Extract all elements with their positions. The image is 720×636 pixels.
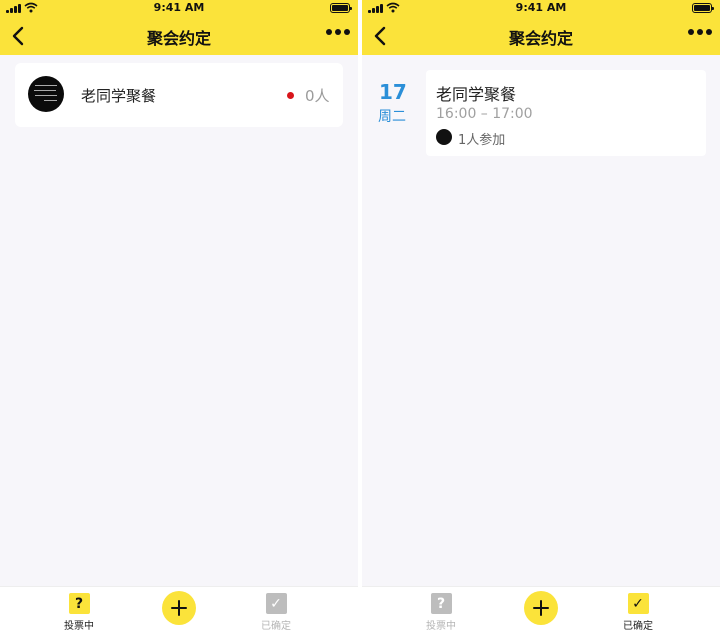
event-date-day: 17	[379, 80, 407, 104]
participant-avatar	[436, 129, 452, 145]
add-event-button[interactable]	[162, 591, 196, 625]
tab-label: 已确定	[623, 621, 653, 632]
question-mark-icon: ?	[430, 593, 452, 614]
event-date-weekday: 周二	[378, 109, 406, 125]
tab-label: 投票中	[64, 621, 94, 632]
participant-count: 1人参加	[458, 133, 506, 148]
event-list-item[interactable]: 老同学聚餐 0人	[15, 63, 343, 127]
nav-bar: 聚会约定	[0, 16, 358, 55]
add-event-button[interactable]	[524, 591, 558, 625]
event-avatar	[28, 76, 64, 112]
participant-count: 0人	[305, 87, 330, 105]
battery-icon	[692, 3, 714, 13]
status-time: 9:41 AM	[515, 1, 567, 14]
more-options-icon[interactable]	[688, 29, 712, 35]
question-mark-icon: ?	[68, 593, 90, 614]
battery-icon	[330, 3, 352, 13]
nav-bar: 聚会约定	[362, 16, 720, 55]
status-bar: 9:41 AM	[362, 0, 720, 16]
tab-bar: ? 投票中 ✓ 已确定	[362, 586, 720, 636]
tab-bar: ? 投票中 ✓ 已确定	[0, 586, 358, 636]
screenshot-stage: 9:41 AM 聚会约定 老同学聚餐 0人 ? 投票中 ✓ 已确定 9:41 A…	[0, 0, 720, 636]
tab-label: 已确定	[261, 621, 291, 632]
header: 9:41 AM 聚会约定	[362, 0, 720, 55]
plus-icon	[533, 600, 549, 616]
status-dot	[287, 92, 294, 99]
tab-voting[interactable]: ? 投票中	[411, 593, 471, 632]
plus-icon	[171, 600, 187, 616]
page-title: 聚会约定	[146, 29, 211, 48]
checkmark-icon: ✓	[627, 593, 649, 614]
header: 9:41 AM 聚会约定	[0, 0, 358, 55]
page-title: 聚会约定	[508, 29, 573, 48]
event-title: 老同学聚餐	[436, 85, 517, 104]
tab-label: 投票中	[426, 621, 456, 632]
tab-voting[interactable]: ? 投票中	[49, 593, 109, 632]
event-card[interactable]: 老同学聚餐 16:00 – 17:00 1人参加	[426, 70, 706, 156]
phone-left-voting: 9:41 AM 聚会约定 老同学聚餐 0人 ? 投票中 ✓ 已确定	[0, 0, 358, 636]
checkmark-icon: ✓	[265, 593, 287, 614]
event-title: 老同学聚餐	[81, 87, 157, 105]
tab-confirmed[interactable]: ✓ 已确定	[608, 593, 668, 632]
more-options-icon[interactable]	[326, 29, 350, 35]
status-bar: 9:41 AM	[0, 0, 358, 16]
phone-right-confirmed: 9:41 AM 聚会约定 17 周二 老同学聚餐 16:00 – 17:00 1…	[362, 0, 720, 636]
status-time: 9:41 AM	[153, 1, 205, 14]
tab-confirmed[interactable]: ✓ 已确定	[246, 593, 306, 632]
event-time: 16:00 – 17:00	[436, 106, 533, 122]
